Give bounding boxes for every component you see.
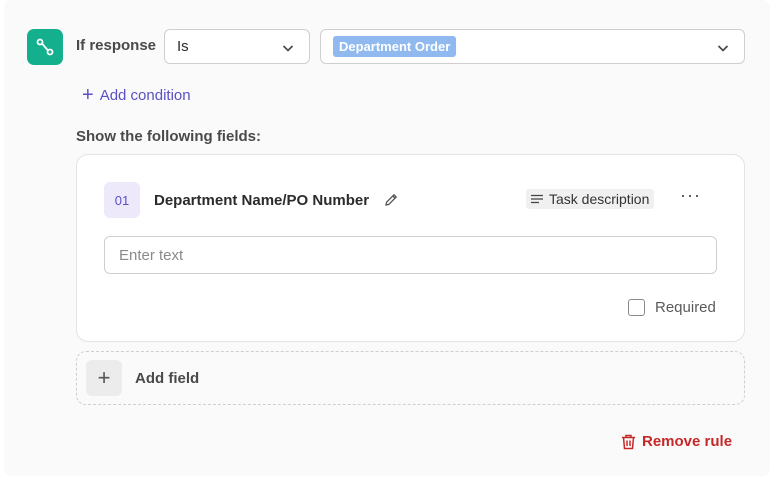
field-type-badge[interactable]: Task description bbox=[526, 189, 655, 209]
plus-icon: + bbox=[86, 360, 122, 396]
required-checkbox[interactable] bbox=[628, 299, 645, 316]
add-condition-label: Add condition bbox=[99, 86, 191, 104]
required-toggle[interactable]: Required bbox=[628, 299, 716, 316]
section-title: Show the following fields: bbox=[76, 128, 261, 145]
pencil-icon[interactable] bbox=[383, 192, 399, 208]
value-tag: Department Order bbox=[333, 36, 457, 57]
field-text-input[interactable] bbox=[104, 236, 717, 274]
branch-icon bbox=[27, 29, 63, 65]
more-horizontal-icon[interactable]: ··· bbox=[680, 185, 701, 206]
add-condition-button[interactable]: + Add condition bbox=[82, 84, 191, 106]
plus-icon: + bbox=[82, 84, 94, 106]
field-name: Department Name/PO Number bbox=[154, 192, 370, 209]
add-field-button[interactable]: + Add field bbox=[76, 351, 745, 405]
chevron-down-icon bbox=[282, 45, 294, 52]
operator-select[interactable]: Is bbox=[164, 29, 310, 64]
trash-icon bbox=[622, 434, 635, 449]
if-response-label: If response bbox=[76, 37, 157, 54]
field-type-label: Task description bbox=[549, 191, 650, 207]
field-card: 01 Department Name/PO Number Task descri… bbox=[76, 154, 745, 342]
add-field-label: Add field bbox=[135, 370, 200, 387]
text-lines-icon bbox=[531, 194, 543, 204]
field-number: 01 bbox=[104, 182, 140, 218]
conditional-rule-panel: If response Is Department Order + Add co… bbox=[4, 0, 770, 476]
chevron-down-icon bbox=[717, 45, 729, 52]
remove-rule-button[interactable]: Remove rule bbox=[621, 433, 732, 450]
operator-value: Is bbox=[177, 38, 189, 55]
remove-rule-label: Remove rule bbox=[642, 433, 733, 450]
required-label: Required bbox=[655, 299, 716, 316]
response-value-select[interactable]: Department Order bbox=[320, 29, 745, 64]
